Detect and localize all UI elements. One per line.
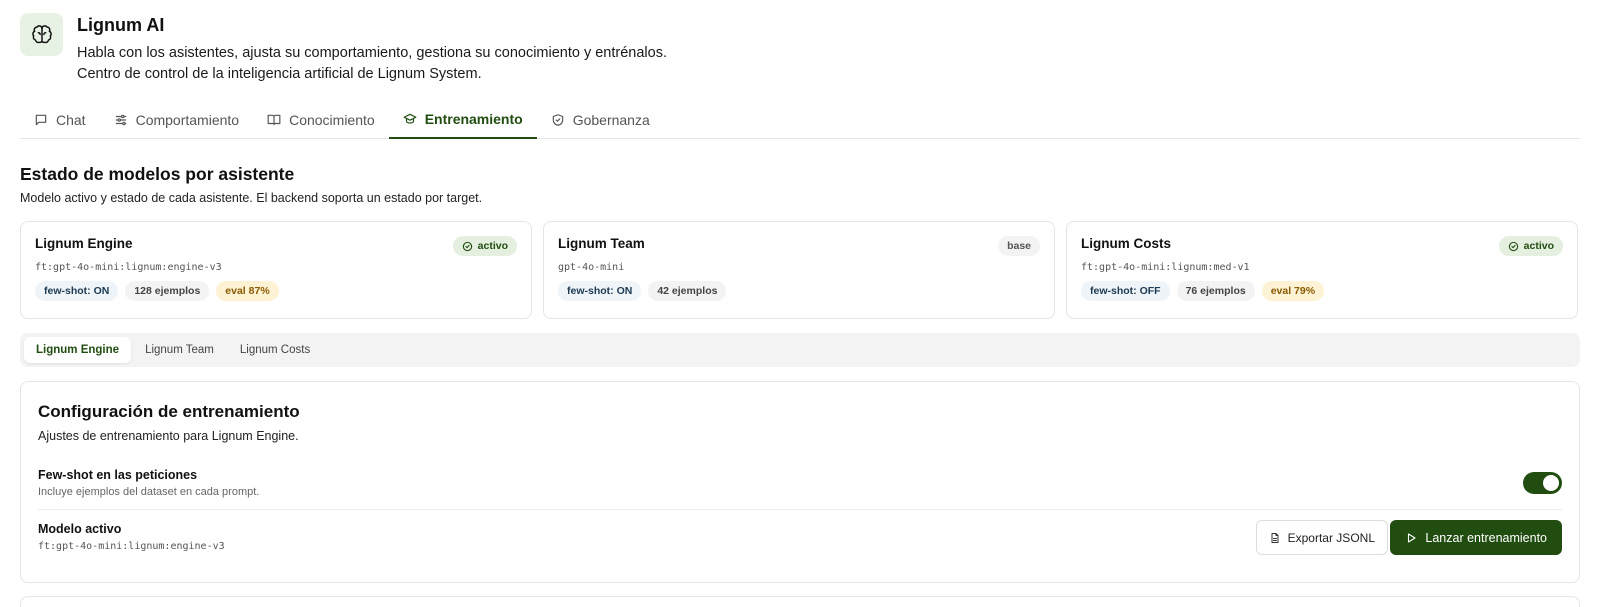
training-config-panel: Configuración de entrenamiento Ajustes d… bbox=[20, 381, 1580, 583]
check-circle-icon bbox=[1508, 241, 1518, 251]
active-model-setting: Modelo activo ft:gpt-4o-mini:lignum:engi… bbox=[38, 522, 225, 552]
sliders-icon bbox=[115, 114, 126, 125]
tab-gobernanza[interactable]: Gobernanza bbox=[537, 100, 664, 139]
shield-icon bbox=[552, 113, 563, 126]
assistant-tabs: Lignum Engine Lignum Team Lignum Costs bbox=[20, 333, 1580, 367]
brain-icon bbox=[20, 13, 63, 56]
eval-badge: eval 79% bbox=[1261, 281, 1325, 301]
fewshot-title: Few-shot en las peticiones bbox=[38, 468, 198, 482]
fewshot-description: Incluye ejemplos del dataset en cada pro… bbox=[38, 486, 260, 498]
card-model: ft:gpt-4o-mini:lignum:med-v1 bbox=[1081, 262, 1250, 273]
fewshot-badge: few-shot: ON bbox=[35, 281, 119, 301]
book-icon bbox=[267, 114, 281, 125]
check-circle-icon bbox=[462, 241, 472, 251]
card-name: Lignum Team bbox=[558, 236, 645, 251]
play-icon bbox=[1408, 532, 1416, 543]
tab-chat[interactable]: Chat bbox=[20, 100, 100, 139]
active-model-value: ft:gpt-4o-mini:lignum:engine-v3 bbox=[38, 541, 225, 552]
launch-training-button[interactable]: Lanzar entrenamiento bbox=[1390, 520, 1562, 555]
message-icon bbox=[35, 114, 47, 125]
app-title: Lignum AI bbox=[77, 15, 165, 35]
tab-entrenamiento[interactable]: Entrenamiento bbox=[388, 100, 537, 139]
status-badge: activo bbox=[452, 236, 517, 256]
examples-badge: 42 ejemplos bbox=[648, 281, 727, 301]
panel-description: Ajustes de entrenamiento para Lignum Eng… bbox=[38, 429, 299, 443]
tab-conocimiento[interactable]: Conocimiento bbox=[253, 100, 389, 139]
model-card-costs: Lignum Costs activo ft:gpt-4o-mini:lignu… bbox=[1066, 221, 1578, 319]
panel-title: Configuración de entrenamiento bbox=[38, 402, 300, 421]
fewshot-setting: Few-shot en las peticiones Incluye ejemp… bbox=[38, 468, 259, 498]
subtab-lignum-team[interactable]: Lignum Team bbox=[133, 337, 226, 363]
status-badge: base bbox=[998, 236, 1040, 256]
active-model-title: Modelo activo bbox=[38, 522, 122, 536]
main-tabs: Chat Comportamiento Conocimiento Entrena… bbox=[20, 100, 1580, 139]
card-name: Lignum Costs bbox=[1081, 236, 1171, 251]
examples-badge: 128 ejemplos bbox=[125, 281, 210, 301]
tab-comportamiento[interactable]: Comportamiento bbox=[100, 100, 254, 139]
next-panel bbox=[20, 596, 1580, 607]
card-chips: few-shot: ON 128 ejemplos eval 87% bbox=[35, 281, 517, 301]
file-text-icon bbox=[1271, 532, 1279, 543]
fewshot-badge: few-shot: OFF bbox=[1081, 281, 1170, 301]
model-cards: Lignum Engine activo ft:gpt-4o-mini:lign… bbox=[20, 221, 1578, 319]
eval-badge: eval 87% bbox=[216, 281, 279, 301]
card-chips: few-shot: ON 42 ejemplos bbox=[558, 281, 1040, 301]
divider bbox=[38, 509, 1562, 510]
app-header: Lignum AI Habla con los asistentes, ajus… bbox=[20, 13, 667, 85]
graduation-cap-icon bbox=[403, 113, 417, 124]
examples-badge: 76 ejemplos bbox=[1176, 281, 1255, 301]
model-card-engine: Lignum Engine activo ft:gpt-4o-mini:lign… bbox=[20, 221, 532, 319]
card-chips: few-shot: OFF 76 ejemplos eval 79% bbox=[1081, 281, 1563, 301]
card-model: ft:gpt-4o-mini:lignum:engine-v3 bbox=[35, 262, 222, 273]
section-title: Estado de modelos por asistente bbox=[20, 164, 295, 184]
section-description: Modelo activo y estado de cada asistente… bbox=[20, 191, 483, 205]
card-model: gpt-4o-mini bbox=[558, 262, 625, 273]
toggle-knob bbox=[1543, 475, 1559, 491]
status-badge: activo bbox=[1498, 236, 1563, 256]
export-jsonl-button[interactable]: Exportar JSONL bbox=[1255, 520, 1388, 555]
app-subtitle: Habla con los asistentes, ajusta su comp… bbox=[77, 45, 667, 82]
model-card-team: Lignum Team base gpt-4o-mini few-shot: O… bbox=[543, 221, 1055, 319]
fewshot-badge: few-shot: ON bbox=[558, 281, 642, 301]
card-name: Lignum Engine bbox=[35, 236, 133, 251]
fewshot-toggle[interactable] bbox=[1523, 472, 1562, 494]
subtab-lignum-engine[interactable]: Lignum Engine bbox=[24, 337, 132, 363]
subtab-lignum-costs[interactable]: Lignum Costs bbox=[228, 337, 322, 363]
